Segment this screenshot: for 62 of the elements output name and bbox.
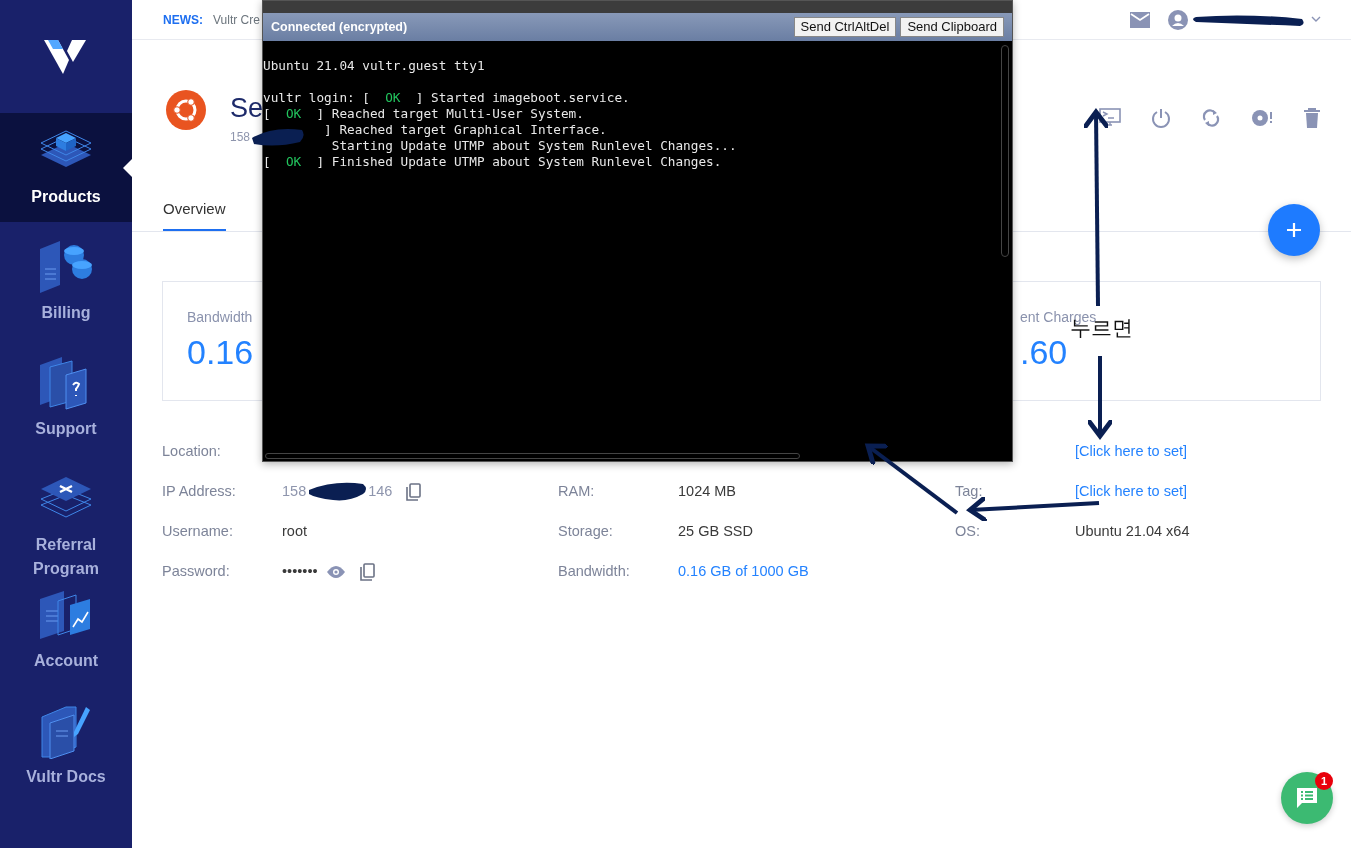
console-button[interactable]: Send CtrlAltDel — [793, 17, 897, 37]
terminal-line: vultr login: [ OK ] Started imageboot.service. — [263, 90, 631, 106]
add-button[interactable] — [1268, 204, 1320, 256]
field-label: Username: — [162, 522, 234, 542]
field-label: IP Address: — [162, 482, 237, 502]
server-ip: 158 — [230, 129, 251, 146]
field-link[interactable]: 0.16 GB of 1000 GB — [678, 561, 809, 583]
field-link[interactable]: [Click here to set] — [1075, 441, 1187, 463]
terminal-line: Starting Update UTMP about System Runlevel Changes... — [330, 138, 738, 154]
stat-label: Bandwidth — [187, 308, 254, 327]
news-link[interactable]: Vultr Cre — [213, 10, 260, 29]
logo-icon[interactable] — [44, 37, 88, 76]
copy-icon[interactable] — [359, 563, 376, 582]
password-value: ••••••• — [282, 562, 318, 582]
connection-status: Connected (encrypted) — [271, 18, 408, 36]
caret-icon[interactable] — [1311, 16, 1321, 23]
terminal-line: ] Reached target Graphical Interface. — [323, 122, 608, 138]
overview-tab[interactable]: Overview — [163, 190, 226, 231]
trash-icon[interactable] — [1303, 108, 1321, 128]
server-title: Se — [230, 92, 264, 125]
field-label: Storage: — [558, 522, 614, 542]
disc-alert-icon[interactable] — [1251, 108, 1273, 128]
mail-icon[interactable] — [1130, 11, 1150, 28]
stat-value: 0.16 — [187, 332, 254, 372]
field-label: RAM: — [558, 482, 596, 502]
news-label: NEWS: — [163, 11, 203, 29]
terminal-line: [ OK ] Reached target Multi-User System. — [263, 106, 585, 122]
sidebar-item[interactable]: Account — [0, 577, 132, 693]
field-link[interactable]: [Click here to set] — [1075, 481, 1187, 503]
notification-badge: 1 — [1315, 772, 1333, 790]
field-value: Ubuntu 21.04 x64 — [1075, 522, 1190, 542]
sidebar-item[interactable]: Vultr Docs — [0, 693, 132, 809]
sidebar-item[interactable]: Billing — [0, 229, 132, 345]
sidebar-item[interactable]: Products — [0, 113, 132, 222]
chat-icon — [1297, 788, 1317, 808]
scrollbar[interactable] — [265, 453, 800, 459]
stat-value: .60 — [1020, 332, 1069, 372]
sidebar-item[interactable]: Referral Program — [0, 461, 132, 577]
eye-icon[interactable] — [325, 565, 346, 580]
terminal-line: [ OK ] Finished Update UTMP about System Runlevel Changes. — [263, 154, 723, 170]
sidebar-item[interactable]: Support — [0, 345, 132, 461]
ubuntu-logo-icon — [166, 90, 206, 130]
field-value: root — [282, 522, 307, 542]
field-label: Location: — [162, 442, 222, 462]
plus-icon — [1286, 222, 1302, 238]
field-label: Password: — [162, 562, 231, 582]
field-label: Tag: — [955, 482, 984, 502]
refresh-icon[interactable] — [1201, 108, 1221, 128]
selection-pointer — [123, 159, 132, 177]
power-icon[interactable] — [1151, 108, 1171, 128]
console-icon[interactable] — [1099, 108, 1121, 128]
field-value: 1024 MB — [678, 482, 737, 502]
terminal-line: Ubuntu 21.04 vultr.guest tty1 — [263, 58, 486, 74]
field-label: Bandwidth: — [558, 562, 631, 582]
field-label: OS: — [955, 522, 981, 542]
field-value: 25 GB SSD — [678, 522, 753, 542]
user-icon[interactable] — [1168, 9, 1188, 30]
copy-icon[interactable] — [406, 483, 423, 502]
ip-part: 158 — [282, 482, 307, 502]
console-button[interactable]: Send Clipboard — [900, 17, 1004, 37]
chat-button[interactable] — [1281, 772, 1333, 824]
ip-part: 146 — [368, 482, 393, 502]
